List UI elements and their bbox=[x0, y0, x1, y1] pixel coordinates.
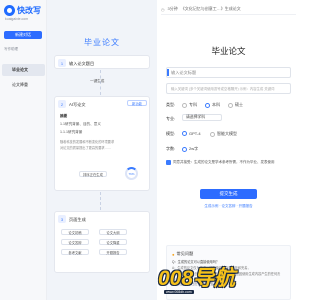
field-label: 专业: bbox=[166, 116, 176, 121]
type-option-master[interactable]: 硕士 bbox=[228, 102, 243, 108]
step1-number: 1 bbox=[58, 59, 66, 67]
logo-icon bbox=[4, 5, 15, 16]
outline-para2: 对论文的质量提出了更高的要求…… bbox=[60, 146, 111, 150]
faq-heading: ● 常见问题 bbox=[172, 251, 193, 257]
radio-checked-icon bbox=[182, 131, 187, 136]
agree-checkbox[interactable]: 同意并接受：生成的论文是学术参考所需，不作为毕业、发表使用 bbox=[166, 160, 275, 165]
radio-icon bbox=[228, 102, 233, 108]
progress-ring: 76% bbox=[125, 167, 138, 180]
lightbulb-icon: ● bbox=[172, 251, 175, 257]
step3-card: 3 页面生成 论文初稿 论文大纲 论文答辩 论文降重 参考文献 开题报告 bbox=[54, 211, 150, 273]
words-option[interactable]: 2w字 bbox=[182, 146, 198, 152]
grid-item[interactable]: 论文降重 bbox=[99, 239, 127, 245]
checkbox-checked-icon bbox=[166, 160, 171, 165]
example-links[interactable]: 生成示例 · 论文答辩 · 开题报告 bbox=[157, 204, 300, 209]
step3-number: 3 bbox=[58, 215, 66, 223]
step2-card: 2 AI写论文 新功能 摘要 1.1研究背景、目的、意义 1.1.1研究背景 随… bbox=[54, 96, 150, 191]
outline-line2: 1.1.1研究背景 bbox=[60, 130, 83, 134]
model-option-label: 智能大模型 bbox=[217, 131, 237, 136]
thesis-title-input[interactable]: 输入论文标题 bbox=[166, 67, 291, 78]
watermark-text: 008导航 bbox=[158, 267, 236, 290]
radio-checked-icon bbox=[205, 102, 210, 108]
history-text: 《文化记忆与创意工…》生成论文 bbox=[180, 6, 241, 11]
sidebar-item-rewrite[interactable]: 论文降重 bbox=[2, 79, 45, 91]
brand-url: kuaigaixie.com bbox=[5, 17, 29, 21]
feature-overview-panel: 毕业论文 1 输入论文题目 一键生成 2 AI写论文 新功能 摘要 1.1研究背… bbox=[47, 0, 157, 300]
history-bar[interactable]: ◷ 3分钟 《文化记忆与创意工…》生成论文 bbox=[161, 4, 296, 15]
words-label: 字数: bbox=[166, 146, 176, 151]
step1-card: 1 输入论文题目 bbox=[54, 55, 150, 69]
submit-button[interactable]: 提交生成 bbox=[200, 189, 257, 199]
new-chat-button[interactable]: 新建对话 bbox=[4, 31, 42, 39]
form-title: 毕业论文 bbox=[211, 46, 246, 56]
connector-line bbox=[100, 192, 101, 210]
generating-hint: 排序正在生成 bbox=[79, 171, 107, 177]
overview-title: 毕业论文 bbox=[84, 38, 120, 47]
type-label: 类型: bbox=[166, 102, 176, 107]
clock-icon: ◷ bbox=[161, 6, 165, 12]
words-option-label: 2w字 bbox=[189, 146, 199, 151]
watermark-url: www.008dh.com bbox=[164, 290, 194, 294]
keywords-input[interactable]: 输入关键词 (多个关键词使用逗号或空格隔开) 示例：内容生成 关键词 bbox=[166, 83, 291, 94]
grid-item[interactable]: 论文初稿 bbox=[61, 229, 89, 235]
grid-item[interactable]: 开题报告 bbox=[99, 249, 127, 255]
thesis-form-panel: ◷ 3分钟 《文化记忆与创意工…》生成论文 毕业论文 输入论文标题 输入关键词 … bbox=[157, 0, 300, 300]
type-option-college[interactable]: 专科 bbox=[182, 102, 197, 108]
type-option-bachelor[interactable]: 本科 bbox=[205, 102, 220, 108]
outline-para1: 随着科技的发展和不断变化的环境要求 bbox=[60, 140, 115, 144]
new-feature-badge: 新功能 bbox=[127, 100, 147, 106]
one-click-label: 一键生成 bbox=[90, 79, 105, 83]
radio-icon bbox=[210, 131, 215, 137]
radio-checked-icon bbox=[182, 146, 187, 152]
outline-heading: 摘要 bbox=[60, 114, 68, 118]
radio-icon bbox=[182, 102, 187, 108]
history-time: 3分钟 bbox=[167, 6, 178, 11]
grid-item[interactable]: 论文答辩 bbox=[61, 239, 89, 245]
step2-label: AI写论文 bbox=[69, 101, 86, 107]
type-option-label: 本科 bbox=[212, 102, 220, 107]
model-label: 模型: bbox=[166, 131, 176, 136]
step1-label: 输入论文题目 bbox=[69, 60, 95, 66]
sidebar-item-thesis[interactable]: 毕业论文 bbox=[2, 64, 45, 76]
agree-text: 同意并接受：生成的论文是学术参考所需，不作为毕业、发表使用 bbox=[173, 160, 275, 164]
logo[interactable]: 快改写 bbox=[4, 5, 41, 16]
brand-name: 快改写 bbox=[17, 6, 41, 15]
model-option-gpt4[interactable]: GPT-4 bbox=[182, 131, 201, 136]
watermark-logo: 008导航 bbox=[158, 262, 235, 292]
type-option-label: 专科 bbox=[189, 102, 197, 107]
type-option-label: 硕士 bbox=[235, 102, 243, 107]
outline-line1: 1.1研究背景、目的、意义 bbox=[60, 122, 101, 126]
faq-title: 常见问题 bbox=[176, 251, 194, 256]
sidebar: 快改写 kuaigaixie.com 新建对话 写作助理 毕业论文 论文降重 bbox=[0, 0, 47, 300]
step2-number: 2 bbox=[58, 100, 66, 108]
model-option-label: GPT-4 bbox=[189, 131, 201, 136]
step3-label: 页面生成 bbox=[69, 216, 86, 222]
grid-item[interactable]: 论文大纲 bbox=[99, 229, 127, 235]
field-select[interactable]: 请选择学科 bbox=[182, 114, 222, 121]
model-option-smart[interactable]: 智能大模型 bbox=[210, 131, 237, 137]
sidebar-section-label: 写作助理 bbox=[4, 47, 18, 51]
grid-item[interactable]: 参考文献 bbox=[61, 249, 89, 255]
